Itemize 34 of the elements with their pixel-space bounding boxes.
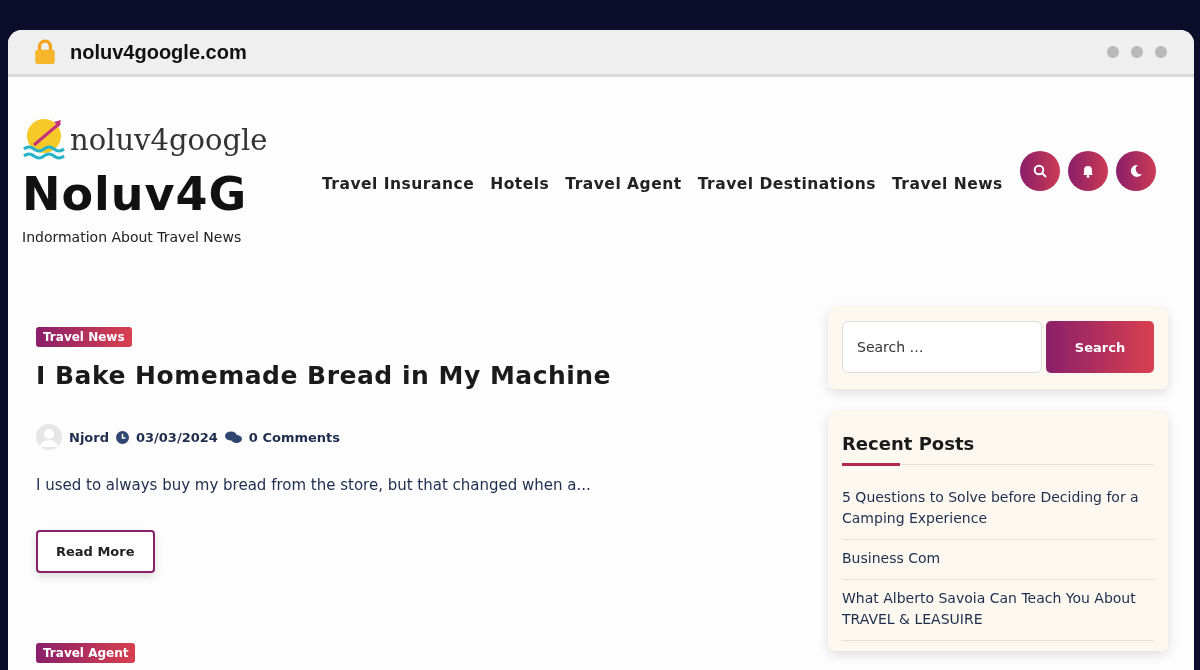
bell-icon — [1081, 164, 1095, 178]
recent-post-link[interactable]: Business Com — [842, 540, 1154, 580]
search-field[interactable]: Search … — [842, 321, 1042, 373]
avatar-icon — [36, 424, 62, 450]
site-tagline: Indormation About Travel News — [22, 229, 243, 245]
author-name[interactable]: Njord — [69, 429, 109, 445]
clock-icon — [116, 430, 129, 444]
search-icon — [1033, 164, 1047, 178]
nav-link[interactable]: Travel Agent — [565, 175, 682, 193]
nav-link[interactable]: Hotels — [490, 175, 550, 193]
recent-post-link[interactable]: 5 Questions to Solve before Deciding for a Camping Experience — [842, 479, 1154, 540]
url-text: noluv4google.com — [70, 40, 247, 64]
comments-icon — [224, 430, 242, 444]
notification-button[interactable] — [1068, 151, 1108, 191]
recent-post-link[interactable]: What Alberto Savoia Can Teach You About TRAVEL & LEASUIRE — [842, 580, 1154, 641]
nav-link[interactable]: Travel News — [891, 175, 1003, 193]
lock-icon — [34, 39, 56, 65]
post-title[interactable]: I Bake Homemade Bread in My Machine — [36, 361, 612, 390]
nav-link[interactable]: Travel Insurance — [322, 175, 475, 193]
comments-link[interactable]: 0 Comments — [248, 429, 340, 445]
read-more-button[interactable]: Read More — [36, 530, 155, 573]
category-tag[interactable]: Travel Agent — [36, 643, 136, 663]
category-tag[interactable]: Travel News — [36, 327, 132, 347]
dark-mode-button[interactable] — [1116, 151, 1156, 191]
post-date[interactable]: 03/03/2024 — [136, 429, 218, 445]
widget-title: Recent Posts — [842, 433, 976, 454]
window-dots-icon — [1106, 45, 1168, 59]
logo-text[interactable]: noluv4google — [70, 123, 268, 157]
search-button[interactable] — [1020, 151, 1060, 191]
nav-link[interactable]: Travel Destinations — [697, 175, 876, 193]
search-submit-button[interactable]: Search — [1046, 321, 1154, 373]
site-title[interactable]: Noluv4G — [22, 167, 322, 221]
moon-icon — [1129, 164, 1143, 178]
post-excerpt: I used to always buy my bread from the store, but that changed when a... — [36, 476, 591, 494]
